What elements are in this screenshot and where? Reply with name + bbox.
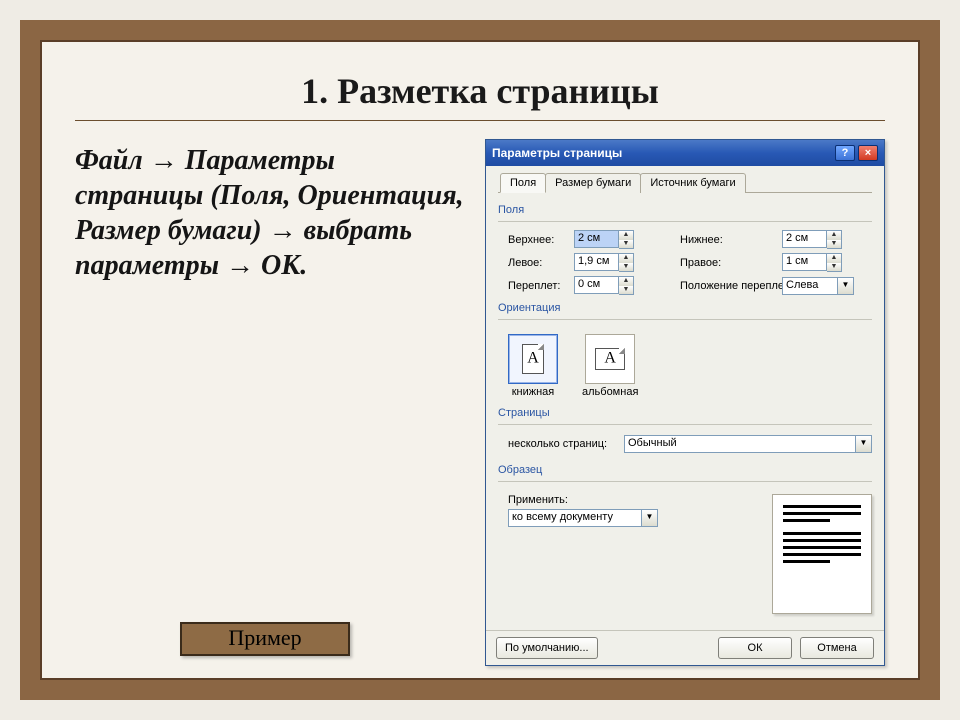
spin-up-icon[interactable]: ▲ [827,231,841,240]
dialog-title: Параметры страницы [492,146,622,160]
page-setup-dialog: Параметры страницы ? × Поля Размер бумаг… [485,139,885,666]
label-top: Верхнее: [508,234,572,246]
spin-down-icon[interactable]: ▼ [827,240,841,249]
input-right[interactable]: 1 см▲▼ [782,253,842,272]
spin-up-icon[interactable]: ▲ [619,231,633,240]
label-left: Левое: [508,257,572,269]
input-top[interactable]: 2 см▲▼ [574,230,634,249]
dialog-titlebar[interactable]: Параметры страницы ? × [486,140,884,166]
spin-down-icon[interactable]: ▼ [619,240,633,249]
tab-paper-size[interactable]: Размер бумаги [545,173,641,193]
label-apply: Применить: [508,494,678,506]
group-pages-header: Страницы [498,404,872,420]
chevron-down-icon[interactable]: ▼ [838,277,854,295]
label-gutter-pos: Положение переплета: [660,280,780,292]
divider [75,120,885,121]
default-button[interactable]: По умолчанию... [496,637,598,659]
ok-button[interactable]: ОК [718,637,792,659]
spin-up-icon[interactable]: ▲ [619,254,633,263]
label-bottom: Нижнее: [660,234,780,246]
chevron-down-icon[interactable]: ▼ [856,435,872,453]
close-icon[interactable]: × [858,145,878,161]
group-orientation-header: Ориентация [498,299,872,315]
slide-title: 1. Разметка страницы [75,70,885,112]
tab-fields[interactable]: Поля [500,173,546,193]
page-preview [688,494,872,614]
spin-up-icon[interactable]: ▲ [827,254,841,263]
select-apply[interactable]: ко всему документу▼ [508,509,658,527]
select-gutter-pos[interactable]: Слева▼ [782,277,854,295]
tab-bar: Поля Размер бумаги Источник бумаги [498,172,872,193]
select-multi-pages[interactable]: Обычный▼ [624,435,872,453]
label-right: Правое: [660,257,780,269]
example-button[interactable]: Пример [180,622,350,656]
orientation-portrait[interactable]: A книжная [508,334,558,398]
input-gutter[interactable]: 0 см▲▼ [574,276,634,295]
spin-down-icon[interactable]: ▼ [827,263,841,272]
spin-down-icon[interactable]: ▼ [619,286,633,295]
spin-down-icon[interactable]: ▼ [619,263,633,272]
input-left[interactable]: 1,9 см▲▼ [574,253,634,272]
help-icon[interactable]: ? [835,145,855,161]
instruction-text: Файл → Параметры страницы (Поля, Ориента… [75,139,465,666]
label-gutter: Переплет: [508,280,572,292]
orientation-landscape[interactable]: A альбомная [582,334,638,398]
group-sample-header: Образец [498,461,872,477]
input-bottom[interactable]: 2 см▲▼ [782,230,842,249]
chevron-down-icon[interactable]: ▼ [642,509,658,527]
cancel-button[interactable]: Отмена [800,637,874,659]
label-multi-pages: несколько страниц: [508,438,618,450]
tab-paper-source[interactable]: Источник бумаги [640,173,745,193]
spin-up-icon[interactable]: ▲ [619,277,633,286]
group-fields-header: Поля [498,201,872,217]
